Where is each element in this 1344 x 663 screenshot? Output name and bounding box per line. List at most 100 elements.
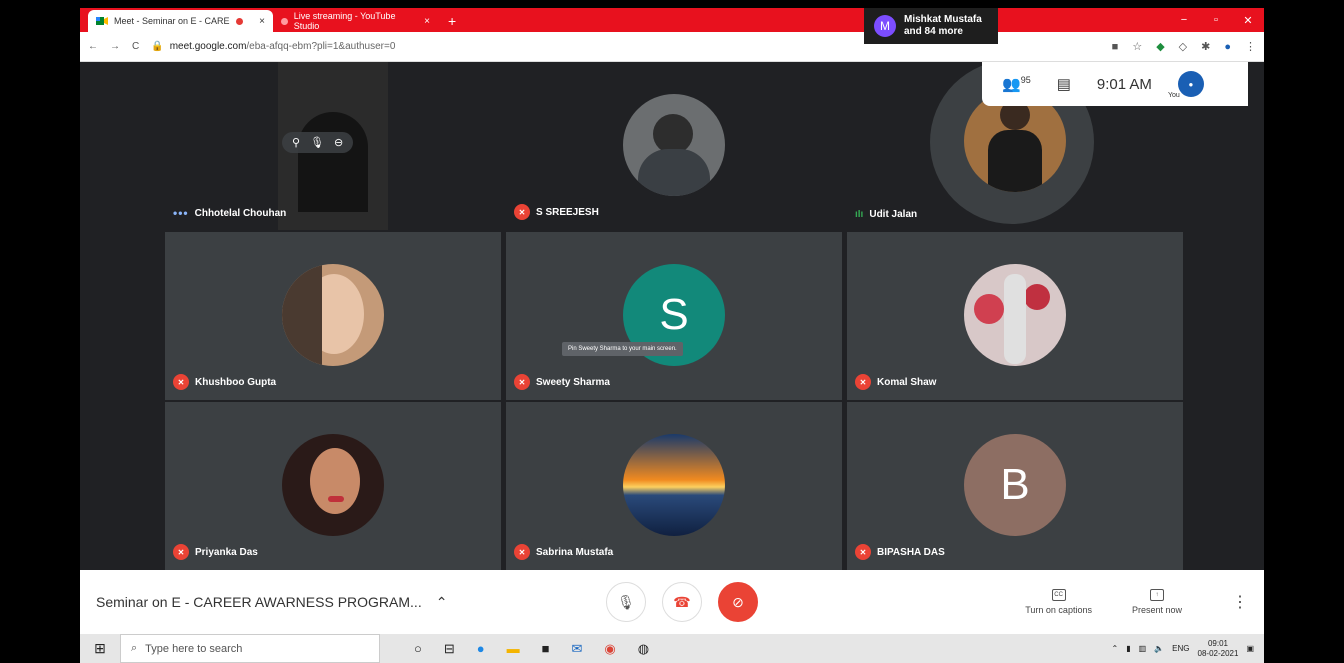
- captions-icon: CC: [1051, 589, 1066, 601]
- present-label: Present now: [1131, 605, 1182, 615]
- notifications-icon[interactable]: ▣: [1246, 644, 1254, 653]
- participant-tile[interactable]: ✕ Sabrina Mustafa: [506, 402, 842, 570]
- secondary-controls: CC Turn on captions ↑ Present now ⋮: [1025, 589, 1248, 615]
- participant-tile[interactable]: B ✕ BIPASHA DAS: [847, 402, 1183, 570]
- minimize-button[interactable]: −: [1168, 14, 1200, 26]
- participant-tile[interactable]: ✕ Komal Shaw: [847, 232, 1183, 400]
- new-tab-button[interactable]: +: [438, 10, 466, 32]
- camera-button[interactable]: ⊘: [718, 582, 758, 622]
- participant-tile[interactable]: ⚲ 🎙 ⊖ ••• Chhotelal Chouhan: [165, 62, 501, 230]
- participant-name: ✕ S SREEJESH: [514, 204, 599, 220]
- extensions-area: ■ ☆ ◆ ◇ ✱ ● ⋮: [1112, 40, 1256, 54]
- meeting-info-bar: 👥95 ▤ 9:01 AM ● You: [982, 62, 1248, 106]
- close-tab-icon[interactable]: ×: [259, 16, 265, 27]
- volume-icon[interactable]: 🔈: [1154, 644, 1164, 653]
- tray-app-icon[interactable]: ▮: [1126, 644, 1130, 653]
- tab-youtube-studio[interactable]: Live streaming - YouTube Studio ×: [273, 10, 438, 32]
- people-icon: 👥: [1002, 76, 1021, 93]
- tray-chevron-icon[interactable]: ⌃: [1112, 644, 1119, 653]
- participant-name: ✕ BIPASHA DAS: [855, 544, 945, 560]
- forward-arrow-icon[interactable]: →: [110, 41, 120, 52]
- meeting-time: 9:01 AM: [1096, 75, 1152, 93]
- audio-level-icon: ıIı: [855, 209, 864, 220]
- tab-meet[interactable]: Meet - Seminar on E - CARE ×: [88, 10, 273, 32]
- shield-icon[interactable]: ◇: [1179, 40, 1187, 53]
- network-icon[interactable]: ▥: [1139, 644, 1147, 653]
- participant-avatar: [282, 434, 384, 536]
- microphone-icon[interactable]: 🎙: [310, 136, 324, 149]
- recording-icon: [235, 17, 243, 25]
- star-icon[interactable]: ☆: [1132, 40, 1142, 53]
- address-bar: ← → C 🔒 meet.google.com/eba-afqq-ebm?pli…: [80, 32, 1264, 62]
- pin-icon[interactable]: ⚲: [292, 136, 300, 149]
- chevron-up-icon[interactable]: ⌃: [436, 594, 448, 611]
- hang-up-icon: ☎: [673, 593, 691, 610]
- close-window-button[interactable]: ✕: [1232, 14, 1264, 27]
- camera-icon[interactable]: ■: [1112, 41, 1119, 53]
- you-label: You: [1167, 92, 1180, 99]
- task-view-icon[interactable]: ⊟: [444, 641, 455, 657]
- meeting-controls-bar: Seminar on E - CAREER AWARNESS PROGRAM..…: [80, 570, 1264, 634]
- participant-avatar: [623, 434, 725, 536]
- present-button[interactable]: ↑ Present now: [1132, 589, 1182, 615]
- participant-name: ✕ Priyanka Das: [173, 544, 258, 560]
- language-indicator[interactable]: ENG: [1172, 644, 1189, 653]
- mic-off-icon: ✕: [855, 374, 871, 390]
- back-arrow-icon[interactable]: ←: [88, 41, 98, 52]
- mic-off-icon: ✕: [173, 544, 189, 560]
- url-path: /eba-afqq-ebm?pli=1&authuser=0: [246, 41, 396, 52]
- tab-title: Live streaming - YouTube Studio: [293, 11, 396, 31]
- windows-taskbar: ⊞ ⌕ Type here to search ○ ⊟ ● ▬ ■ ✉ ◉ ◍ …: [80, 634, 1264, 663]
- participant-tile[interactable]: ✕ Khushboo Gupta: [165, 232, 501, 400]
- participant-name: ıIı Udit Jalan: [855, 209, 918, 220]
- remove-icon[interactable]: ⊖: [334, 136, 343, 149]
- chat-icon[interactable]: ▤: [1057, 75, 1071, 93]
- obs-icon[interactable]: ◍: [638, 641, 649, 657]
- youtube-favicon-icon: [281, 17, 288, 25]
- participant-name: ••• Chhotelal Chouhan: [173, 206, 287, 220]
- browser-tab-strip: Meet - Seminar on E - CARE × Live stream…: [80, 8, 1264, 32]
- system-tray: ⌃ ▮ ▥ 🔈 ENG 09:01 08-02-2021 ▣: [1112, 639, 1264, 659]
- pin-tooltip: Pin Sweety Sharma to your main screen.: [562, 342, 683, 356]
- store-icon[interactable]: ■: [542, 641, 550, 656]
- participant-tile[interactable]: ✕ Priyanka Das: [165, 402, 501, 570]
- meeting-title: Seminar on E - CAREER AWARNESS PROGRAM..…: [96, 594, 422, 610]
- reload-icon[interactable]: C: [132, 41, 139, 52]
- url-host: meet.google.com: [169, 41, 247, 52]
- meet-favicon-icon: [96, 16, 108, 26]
- taskbar-clock[interactable]: 09:01 08-02-2021: [1198, 639, 1239, 659]
- microphone-icon: 🎙: [617, 593, 635, 610]
- mail-icon[interactable]: ✉: [571, 641, 582, 657]
- participant-tile[interactable]: S Pin Sweety Sharma to your main screen.…: [506, 232, 842, 400]
- active-speaker-chip[interactable]: M Mishkat Mustafa and 84 more: [864, 8, 998, 44]
- more-options-icon[interactable]: ⋮: [1232, 592, 1248, 612]
- taskbar-search[interactable]: ⌕ Type here to search: [120, 634, 380, 663]
- window-controls: − ▫ ✕: [1168, 8, 1264, 32]
- participant-avatar: [964, 264, 1066, 366]
- self-avatar[interactable]: ● You: [1168, 71, 1204, 99]
- meeting-details[interactable]: Seminar on E - CAREER AWARNESS PROGRAM..…: [96, 594, 576, 611]
- maximize-button[interactable]: ▫: [1200, 14, 1232, 26]
- cortana-icon[interactable]: ○: [414, 641, 422, 656]
- profile-avatar-icon[interactable]: ●: [1224, 41, 1231, 53]
- file-explorer-icon[interactable]: ▬: [507, 641, 520, 656]
- self-avatar-icon: ●: [1188, 79, 1194, 89]
- edge-icon[interactable]: ●: [477, 641, 485, 656]
- close-tab-icon[interactable]: ×: [424, 16, 430, 27]
- windows-start-icon[interactable]: ⊞: [80, 640, 120, 657]
- microphone-button[interactable]: 🎙: [606, 582, 646, 622]
- present-icon: ↑: [1149, 589, 1164, 601]
- people-button[interactable]: 👥95: [1002, 75, 1031, 93]
- participant-tile[interactable]: ✕ S SREEJESH: [506, 62, 842, 230]
- captions-button[interactable]: CC Turn on captions: [1025, 589, 1092, 615]
- leave-call-button[interactable]: ☎: [662, 582, 702, 622]
- chrome-icon[interactable]: ◉: [604, 641, 615, 657]
- taskbar-apps: ○ ⊟ ● ▬ ■ ✉ ◉ ◍: [414, 641, 649, 657]
- menu-dots-icon[interactable]: ⋮: [1245, 40, 1256, 53]
- clock-time: 09:01: [1207, 638, 1228, 648]
- participant-avatar: B: [964, 434, 1066, 536]
- participant-avatar: [623, 94, 725, 196]
- puzzle-icon[interactable]: ✱: [1201, 40, 1210, 53]
- mic-off-icon: ✕: [514, 374, 530, 390]
- extension-icon[interactable]: ◆: [1156, 40, 1164, 53]
